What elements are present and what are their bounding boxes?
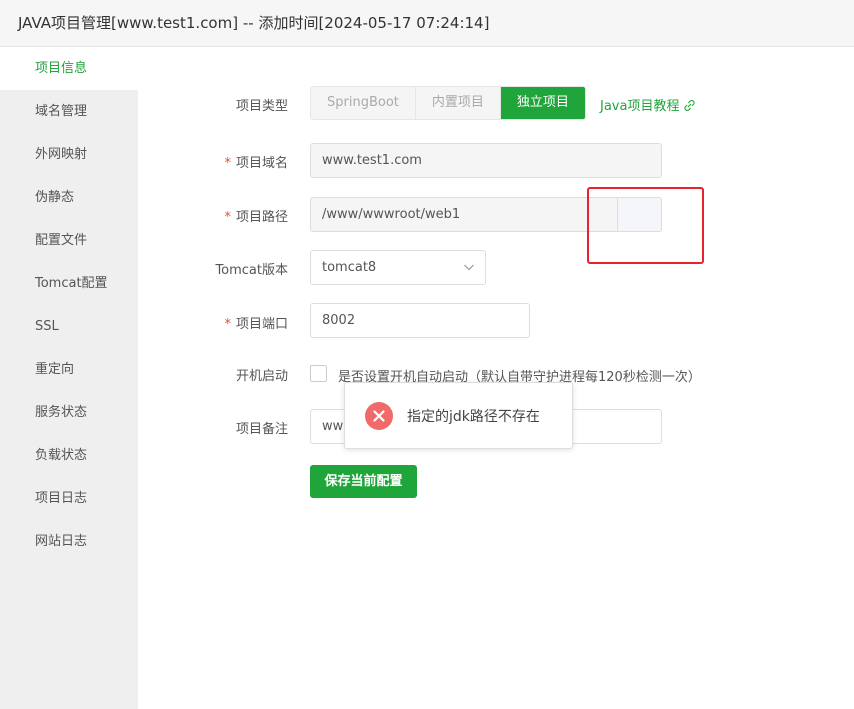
sidebar-item-load-status[interactable]: 负载状态 — [0, 434, 138, 477]
domain-label: * 项目域名 — [224, 156, 288, 171]
sidebar-item-rewrite[interactable]: 伪静态 — [0, 176, 138, 219]
error-toast: 指定的jdk路径不存在 — [344, 382, 573, 449]
sidebar-item-redirect[interactable]: 重定向 — [0, 348, 138, 391]
sidebar-item-domain-management[interactable]: 域名管理 — [0, 90, 138, 133]
save-config-button[interactable]: 保存当前配置 — [310, 465, 417, 498]
sidebar-item-project-info[interactable]: 项目信息 — [0, 47, 138, 90]
title-bar: JAVA项目管理[www.test1.com] -- 添加时间[2024-05-… — [0, 0, 854, 47]
project-type-springboot[interactable]: SpringBoot — [311, 87, 416, 119]
path-input[interactable]: /www/wwwroot/web1 — [310, 197, 618, 232]
sidebar-item-tomcat-config[interactable]: Tomcat配置 — [0, 262, 138, 305]
port-label: * 项目端口 — [224, 317, 288, 332]
error-message: 指定的jdk路径不存在 — [407, 409, 540, 425]
project-type-segmented: SpringBoot 内置项目 独立项目 — [310, 86, 586, 120]
path-label: * 项目路径 — [224, 210, 288, 225]
required-mark: * — [224, 156, 231, 171]
sidebar-item-ssl[interactable]: SSL — [0, 305, 138, 348]
sidebar-item-site-log[interactable]: 网站日志 — [0, 520, 138, 563]
sidebar: 项目信息 域名管理 外网映射 伪静态 配置文件 Tomcat配置 SSL 重定向… — [0, 47, 138, 709]
sidebar-item-config-file[interactable]: 配置文件 — [0, 219, 138, 262]
error-icon — [365, 402, 393, 430]
required-mark: * — [224, 210, 231, 225]
autostart-checkbox[interactable] — [310, 365, 327, 382]
link-icon — [684, 100, 696, 111]
autostart-label: 开机启动 — [235, 369, 288, 384]
window-title: JAVA项目管理[www.test1.com] -- 添加时间[2024-05-… — [18, 14, 490, 32]
sidebar-item-project-log[interactable]: 项目日志 — [0, 477, 138, 520]
tomcat-version-value: tomcat8 — [322, 260, 377, 275]
highlight-box — [587, 187, 704, 264]
domain-input[interactable]: www.test1.com — [310, 143, 662, 178]
port-input[interactable]: 8002 — [310, 303, 530, 338]
tomcat-version-label: Tomcat版本 — [215, 263, 288, 278]
java-tutorial-label: Java项目教程 — [600, 99, 680, 114]
sidebar-item-external-mapping[interactable]: 外网映射 — [0, 133, 138, 176]
sidebar-item-service-status[interactable]: 服务状态 — [0, 391, 138, 434]
project-type-label: 项目类型 — [235, 99, 288, 114]
java-tutorial-link[interactable]: Java项目教程 — [600, 95, 696, 114]
remark-label: 项目备注 — [235, 422, 288, 437]
required-mark: * — [224, 317, 231, 332]
project-type-standalone[interactable]: 独立项目 — [500, 87, 585, 119]
project-type-builtin[interactable]: 内置项目 — [415, 87, 501, 119]
chevron-down-icon — [464, 264, 474, 271]
tomcat-version-select[interactable]: tomcat8 — [310, 250, 486, 285]
